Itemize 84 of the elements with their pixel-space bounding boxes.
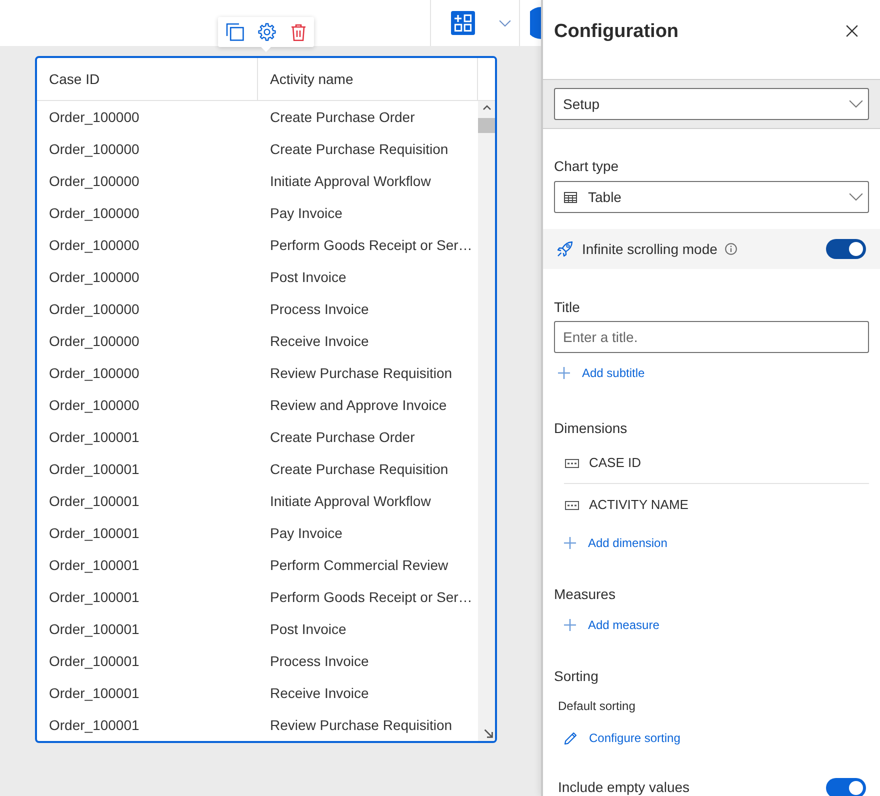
table-cell-text: Order_100000 [48, 268, 140, 287]
table-cell-text: Initiate Approval Workflow [269, 492, 432, 511]
toggle-switch[interactable] [826, 239, 866, 259]
table-cell-text: Order_100000 [48, 332, 140, 351]
settings-icon [258, 23, 276, 41]
table-icon [564, 192, 577, 202]
table-cell-text: Order_100000 [48, 108, 140, 127]
dimension-item[interactable]: ACTIVITY NAME [564, 484, 869, 526]
text-type-icon [565, 458, 579, 468]
table-cell-text: Order_100001 [48, 556, 140, 575]
configure-sorting-link[interactable]: Configure sorting [564, 730, 680, 746]
table-cell-text: Receive Invoice [269, 332, 370, 351]
field-label: Dimensions [554, 419, 628, 437]
table-cell-text: Review Purchase Requisition [269, 716, 454, 735]
table-cell-text: Order_100001 [48, 524, 140, 543]
table-cell-text: Order_100001 [48, 428, 140, 447]
table-cell-text: Order_100000 [48, 300, 140, 319]
table-cell-text: Order_100001 [48, 492, 140, 511]
rocket-icon [557, 241, 573, 257]
setting-label: Include empty values [558, 778, 690, 796]
table-cell-text: Order_100001 [48, 620, 140, 639]
table-cell-text: Create Purchase Order [269, 108, 416, 127]
table-cell-text: Pay Invoice [269, 204, 344, 223]
info-icon[interactable] [725, 243, 738, 255]
table-cell-text: Process Invoice [269, 300, 370, 319]
plus-icon [564, 537, 576, 549]
plus-icon [558, 367, 570, 379]
field-label: Title [554, 298, 581, 316]
chart-type-select[interactable]: Table [554, 181, 869, 213]
table-cell-text: Order_100000 [48, 204, 140, 223]
table-cell-text: Pay Invoice [269, 524, 344, 543]
add-subtitle-link[interactable]: Add subtitle [558, 365, 645, 381]
setting-label: Infinite scrolling mode [582, 240, 718, 259]
view-select[interactable]: Setup [554, 88, 869, 120]
resize-handle-icon[interactable] [484, 729, 493, 738]
text-type-icon [565, 500, 579, 510]
column-header[interactable]: Case ID [37, 58, 258, 100]
copy-button[interactable] [224, 22, 245, 42]
table-cell-text: Create Purchase Requisition [269, 140, 450, 159]
toggle-switch[interactable] [826, 778, 866, 796]
scrollbar-thumb[interactable] [478, 118, 495, 133]
chevron-down-icon [849, 100, 863, 108]
trash-icon [291, 24, 306, 40]
copy-icon [226, 23, 244, 41]
close-icon [846, 25, 858, 37]
field-label: Sorting [554, 667, 600, 685]
table-cell-text: Order_100001 [48, 460, 140, 479]
table-cell-text: Perform Goods Receipt or Ser… [269, 236, 474, 255]
table-cell-text: Order_100001 [48, 684, 140, 703]
table-cell-text: Review Purchase Requisition [269, 364, 454, 383]
table-cell-text: Review and Approve Invoice [269, 396, 448, 415]
table-cell-text: Post Invoice [269, 268, 348, 287]
grid-plus-icon [454, 14, 472, 32]
table-cell-text: Perform Commercial Review [269, 556, 450, 575]
table-cell-text: Create Purchase Requisition [269, 460, 450, 479]
table-cell-text: Receive Invoice [269, 684, 370, 703]
add-dimension-link[interactable]: Add dimension [564, 535, 668, 551]
plus-icon [564, 619, 576, 631]
sorting-summary: Default sorting [558, 698, 636, 714]
title-input[interactable]: Enter a title. [554, 321, 869, 353]
dropdown-button[interactable] [499, 20, 511, 26]
table-cell-text: Create Purchase Order [269, 428, 416, 447]
table-cell-text: Perform Goods Receipt or Ser… [269, 588, 474, 607]
pencil-icon [564, 732, 577, 744]
round-button-icon[interactable] [530, 7, 541, 39]
table-cell-text: Initiate Approval Workflow [269, 172, 432, 191]
table-cell-text: Order_100000 [48, 396, 140, 415]
table-cell-text: Order_100000 [48, 140, 140, 159]
table-cell-text: Order_100001 [48, 652, 140, 671]
table-cell-text: Post Invoice [269, 620, 348, 639]
add-tile-button[interactable] [451, 11, 475, 35]
table-cell-text: Order_100001 [48, 716, 140, 735]
add-measure-link[interactable]: Add measure [564, 617, 660, 633]
table-cell-text: Order_100000 [48, 172, 140, 191]
settings-button[interactable] [256, 22, 277, 42]
field-label: Measures [554, 585, 616, 603]
table-cell-text: Order_100000 [48, 236, 140, 255]
panel-title: Configuration [554, 20, 679, 44]
field-label: Chart type [554, 157, 620, 175]
chevron-down-icon [849, 193, 863, 201]
table-cell-text: Order_100001 [48, 588, 140, 607]
table-cell-text: Order_100000 [48, 364, 140, 383]
dimension-item[interactable]: CASE ID [564, 443, 869, 484]
table-cell-text: Process Invoice [269, 652, 370, 671]
